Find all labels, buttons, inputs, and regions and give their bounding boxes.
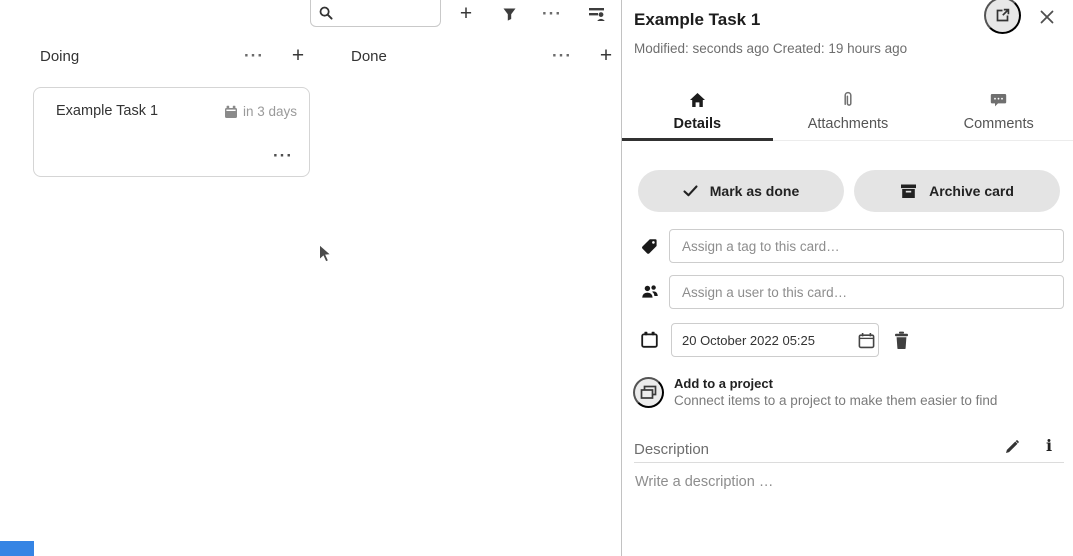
tab-attachments[interactable]: Attachments [773,84,924,140]
search-input-box[interactable] [310,0,441,27]
description-info-button[interactable]: i [1041,437,1057,455]
mark-as-done-label: Mark as done [710,183,799,199]
board-members-button[interactable] [585,5,607,23]
filter-icon [502,7,517,22]
app-window: + ··· Doing ··· + [0,0,1073,556]
info-icon: i [1046,438,1052,454]
card-details-panel: Example Task 1 Modified: seconds ago Cre… [621,0,1073,556]
calendar-icon [641,331,658,348]
card-title: Example Task 1 [56,103,158,119]
external-link-icon [994,7,1011,24]
edit-description-button[interactable] [1002,438,1022,456]
plus-icon: + [600,45,612,66]
pencil-icon [1004,439,1020,455]
tab-details[interactable]: Details [622,84,773,140]
archive-card-button[interactable]: Archive card [854,170,1060,212]
archive-icon [900,183,917,199]
kanban-board: + ··· Doing ··· + [0,0,621,556]
more-icon: ··· [552,47,572,64]
comment-icon [990,91,1007,109]
card-due-badge: in 3 days [224,104,297,119]
more-icon: ··· [244,47,264,64]
mouse-cursor [318,244,334,264]
mark-as-done-button[interactable]: Mark as done [638,170,844,212]
list-user-icon [587,6,606,22]
column-title-doing: Doing [40,48,79,65]
add-to-project-button[interactable] [633,377,664,408]
add-to-project-subtitle: Connect items to a project to make them … [674,393,997,408]
tab-details-label: Details [674,116,722,132]
description-placeholder[interactable]: Write a description … [635,474,773,490]
trash-icon [894,331,909,349]
users-icon [641,284,659,299]
assign-tag-input[interactable] [669,229,1064,263]
close-icon [1039,9,1055,25]
board-menu-button[interactable]: ··· [540,3,564,23]
due-date-input[interactable] [682,333,858,348]
remove-due-date-button[interactable] [891,329,911,351]
more-icon: ··· [273,147,293,164]
home-icon [689,91,706,109]
plus-icon: + [292,45,304,66]
panel-card-title: Example Task 1 [634,10,760,30]
tab-attachments-label: Attachments [808,116,889,132]
plus-icon: + [460,3,472,24]
tag-icon [641,238,658,255]
check-icon [683,185,698,197]
description-label: Description [634,441,709,458]
column-doing-menu-button[interactable]: ··· [242,46,266,64]
column-doing-add-card-button[interactable]: + [287,43,309,67]
card-menu-button[interactable]: ··· [273,147,293,164]
cutoff-blue-element [0,541,34,556]
due-date-field[interactable] [671,323,879,357]
more-icon: ··· [542,5,562,22]
column-done-menu-button[interactable]: ··· [550,46,574,64]
add-list-button[interactable]: + [455,1,477,25]
calendar-picker-icon [858,332,875,349]
column-title-done: Done [351,48,387,65]
column-done-add-card-button[interactable]: + [595,43,617,67]
calendar-icon [224,105,238,119]
description-divider [634,462,1064,463]
open-in-new-window-button[interactable] [984,0,1021,34]
tab-comments[interactable]: Comments [923,84,1073,140]
archive-card-label: Archive card [929,183,1014,199]
card-due-text: in 3 days [243,104,297,119]
panel-tabbar: Details Attachments Comments [622,84,1073,141]
projects-icon [640,385,657,400]
date-picker-button[interactable] [858,332,875,349]
close-panel-button[interactable] [1038,8,1056,26]
search-icon [319,6,333,20]
filter-button[interactable] [499,5,519,23]
kanban-card[interactable]: Example Task 1 in 3 days ··· [33,87,310,177]
assign-user-input[interactable] [669,275,1064,309]
panel-card-meta: Modified: seconds ago Created: 19 hours … [634,41,907,56]
add-to-project-title[interactable]: Add to a project [674,376,773,391]
paperclip-icon [842,91,854,109]
search-input[interactable] [333,6,433,21]
tab-comments-label: Comments [964,116,1034,132]
